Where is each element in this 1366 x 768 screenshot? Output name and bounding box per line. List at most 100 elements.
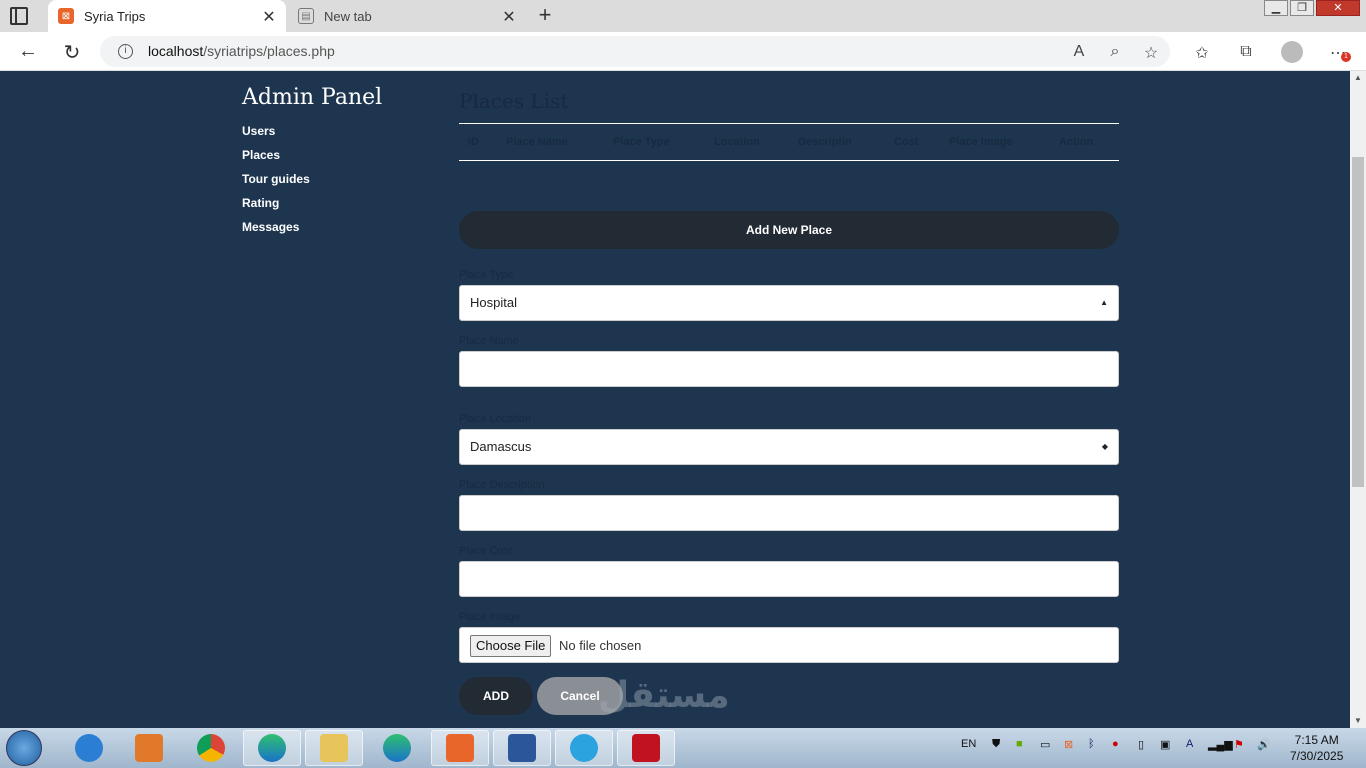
tab-label: New tab xyxy=(324,8,372,24)
app-tray-icon[interactable]: A xyxy=(1186,738,1193,750)
start-button[interactable] xyxy=(6,730,42,766)
add-new-place-button[interactable]: Add New Place xyxy=(459,211,1119,249)
tab-label: Syria Trips xyxy=(84,8,146,24)
close-tab-icon[interactable]: ✕ xyxy=(260,7,278,27)
read-aloud-icon[interactable]: A xyxy=(1069,43,1089,61)
volume-icon[interactable]: 🔊 xyxy=(1257,738,1271,751)
place-name-input[interactable] xyxy=(459,351,1119,387)
taskbar-clock[interactable]: 7:15 AM 7/30/2025 xyxy=(1290,732,1343,764)
acrobat-icon xyxy=(632,734,660,762)
page-content: Admin Panel Users Places Tour guides Rat… xyxy=(0,71,1350,728)
place-cost-input[interactable] xyxy=(459,561,1119,597)
xampp-icon xyxy=(446,734,474,762)
tab-new-tab[interactable]: ▤ New tab ✕ xyxy=(288,0,526,32)
window-controls: ▁ ❐ ✕ xyxy=(1262,0,1360,18)
column-header: Place Type xyxy=(613,136,670,148)
sidebar-item-tour-guides[interactable]: Tour guides xyxy=(242,172,382,186)
add-button[interactable]: ADD xyxy=(459,677,533,715)
page-scrollbar[interactable]: ▲ ▼ xyxy=(1350,71,1366,728)
favorites-icon[interactable]: ✩ xyxy=(1192,43,1212,63)
taskbar-telegram[interactable] xyxy=(555,730,613,766)
display-icon[interactable]: ▭ xyxy=(1040,738,1050,751)
clock-time: 7:15 AM xyxy=(1294,733,1339,747)
scroll-down-icon[interactable]: ▼ xyxy=(1350,714,1366,728)
taskbar-edge[interactable] xyxy=(243,730,301,766)
network-icon[interactable]: ▂▄▆ xyxy=(1208,738,1233,751)
media-player-icon xyxy=(135,734,163,762)
zoom-icon[interactable]: ⌕ xyxy=(1105,43,1125,61)
place-description-input[interactable] xyxy=(459,495,1119,531)
scroll-up-icon[interactable]: ▲ xyxy=(1350,71,1366,85)
column-header: Place Name xyxy=(506,136,568,148)
place-image-label: Place Image xyxy=(459,611,521,623)
info-icon[interactable]: i xyxy=(118,44,133,59)
bluetooth-icon[interactable]: ᛒ xyxy=(1088,738,1095,750)
place-type-label: Place Type xyxy=(459,269,514,281)
profile-avatar[interactable] xyxy=(1281,41,1303,63)
add-favorite-icon[interactable]: ☆ xyxy=(1141,43,1161,63)
url-path: /syriatrips/places.php xyxy=(203,43,335,59)
no-file-text: No file chosen xyxy=(559,637,642,653)
edge-dev-icon xyxy=(383,734,411,762)
language-indicator[interactable]: EN xyxy=(961,738,976,750)
notification-badge: 1 xyxy=(1341,52,1351,62)
tab-syria-trips[interactable]: ⊠ Syria Trips ✕ xyxy=(48,0,286,32)
column-header: Cost xyxy=(894,136,919,148)
admin-sidebar: Admin Panel Users Places Tour guides Rat… xyxy=(242,85,382,244)
defender-icon[interactable]: ⛊ xyxy=(992,738,1000,751)
refresh-icon[interactable]: ↻ xyxy=(61,40,83,65)
browser-tab-bar: ⊠ Syria Trips ✕ ▤ New tab ✕ + ▁ ❐ ✕ xyxy=(0,0,1366,32)
column-header: Location xyxy=(714,136,760,148)
url-host: localhost xyxy=(148,43,204,59)
back-arrow-icon[interactable]: ← xyxy=(17,40,39,63)
place-image-file-input[interactable]: Choose File No file chosen xyxy=(459,627,1119,663)
xampp-tray-icon[interactable]: ⊠ xyxy=(1064,738,1073,751)
column-header: Place Image xyxy=(949,136,1013,148)
monitor-icon[interactable]: ▣ xyxy=(1160,738,1170,751)
place-cost-label: Place Cost xyxy=(459,545,513,557)
antivirus-icon[interactable]: ● xyxy=(1112,738,1119,750)
place-location-label: Place Location xyxy=(459,413,532,425)
clock-date: 7/30/2025 xyxy=(1290,749,1344,763)
restore-icon[interactable]: ❐ xyxy=(1290,0,1314,16)
place-location-value: Damascus xyxy=(470,439,532,454)
form-buttons: ADD Cancel xyxy=(459,677,1119,715)
taskbar-explorer[interactable] xyxy=(305,730,363,766)
taskbar-media-player[interactable] xyxy=(120,730,178,766)
place-type-value: Hospital xyxy=(470,295,517,310)
taskbar-ie[interactable] xyxy=(60,730,118,766)
sidebar-item-messages[interactable]: Messages xyxy=(242,220,382,234)
telegram-icon xyxy=(570,734,598,762)
place-type-select[interactable]: Hospital ▲ xyxy=(459,285,1119,321)
flag-icon[interactable]: ⚑ xyxy=(1234,738,1244,751)
places-table-header: ID Place Name Place Type Location Descri… xyxy=(459,123,1119,161)
sidebar-item-rating[interactable]: Rating xyxy=(242,196,382,210)
sidebar-item-users[interactable]: Users xyxy=(242,124,382,138)
sidebar-item-places[interactable]: Places xyxy=(242,148,382,162)
sidebar-title: Admin Panel xyxy=(242,85,383,110)
collections-icon[interactable]: ⧉ xyxy=(1236,43,1256,61)
choose-file-button[interactable]: Choose File xyxy=(470,634,552,657)
column-header: Action xyxy=(1059,136,1094,148)
places-main: Places List ID Place Name Place Type Loc… xyxy=(459,89,1119,715)
mostaql-watermark-logo: مستقل xyxy=(598,675,730,716)
battery-icon[interactable]: ▯ xyxy=(1138,738,1144,751)
close-tab-icon[interactable]: ✕ xyxy=(500,7,518,27)
column-header: Descriptin xyxy=(798,136,852,148)
taskbar-edge-dev[interactable] xyxy=(368,730,426,766)
new-tab-favicon-icon: ▤ xyxy=(298,8,314,24)
taskbar-xampp[interactable] xyxy=(431,730,489,766)
taskbar-word[interactable] xyxy=(493,730,551,766)
scroll-thumb[interactable] xyxy=(1352,157,1364,487)
url-field[interactable]: i localhost/syriatrips/places.php xyxy=(100,36,1170,67)
place-location-select[interactable]: Damascus ◆ xyxy=(459,429,1119,465)
nvidia-icon[interactable]: ■ xyxy=(1016,738,1023,750)
place-name-label: Place Name xyxy=(459,335,519,347)
page-title: Places List xyxy=(459,89,569,113)
minimize-icon[interactable]: ▁ xyxy=(1264,0,1288,16)
taskbar-acrobat[interactable] xyxy=(617,730,675,766)
new-tab-button[interactable]: + xyxy=(533,4,557,28)
window-close-icon[interactable]: ✕ xyxy=(1316,0,1360,16)
tab-actions-icon[interactable] xyxy=(10,7,28,25)
taskbar-chrome[interactable] xyxy=(182,730,240,766)
